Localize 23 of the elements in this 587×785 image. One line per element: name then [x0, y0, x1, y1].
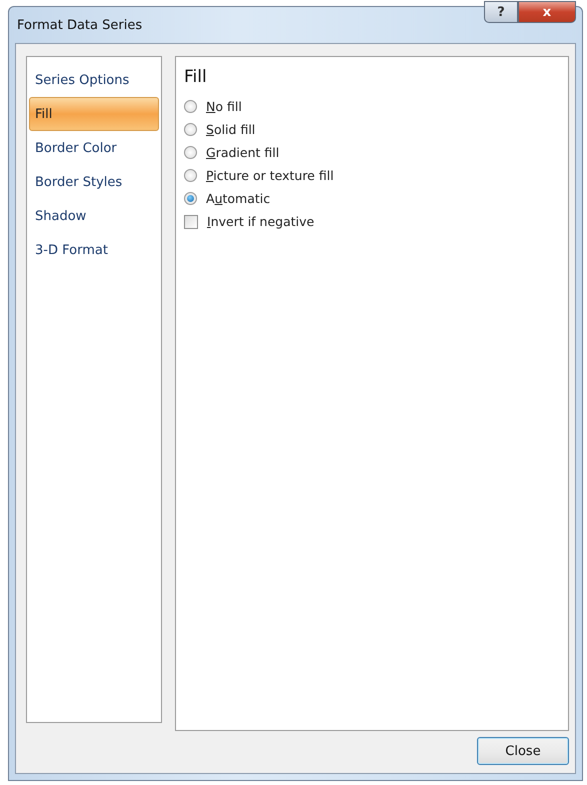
- option-label[interactable]: Automatic: [206, 191, 270, 206]
- sidebar-item[interactable]: 3-D Format: [29, 233, 159, 267]
- radio-button[interactable]: [184, 123, 197, 136]
- radio-button[interactable]: [184, 192, 197, 205]
- radio-button[interactable]: [184, 100, 197, 113]
- window-title: Format Data Series: [16, 18, 142, 32]
- sidebar-item[interactable]: Border Color: [29, 131, 159, 165]
- close-button[interactable]: x: [518, 1, 576, 23]
- help-button[interactable]: ?: [484, 1, 518, 23]
- option-label[interactable]: Solid fill: [206, 122, 256, 137]
- radio-button[interactable]: [184, 169, 197, 182]
- option-label[interactable]: Gradient fill: [206, 145, 280, 160]
- option-label[interactable]: Picture or texture fill: [206, 168, 334, 183]
- panel-heading: Fill: [184, 67, 208, 87]
- sidebar-item[interactable]: Border Styles: [29, 165, 159, 199]
- sidebar-item[interactable]: Fill: [29, 97, 159, 131]
- sidebar-item[interactable]: Shadow: [29, 199, 159, 233]
- radio-button[interactable]: [184, 146, 197, 159]
- checkbox[interactable]: [184, 214, 198, 228]
- close-button[interactable]: Close: [477, 737, 569, 765]
- sidebar-item[interactable]: Series Options: [29, 63, 159, 97]
- option-label[interactable]: No fill: [206, 99, 242, 114]
- option-label[interactable]: Invert if negative: [207, 214, 314, 229]
